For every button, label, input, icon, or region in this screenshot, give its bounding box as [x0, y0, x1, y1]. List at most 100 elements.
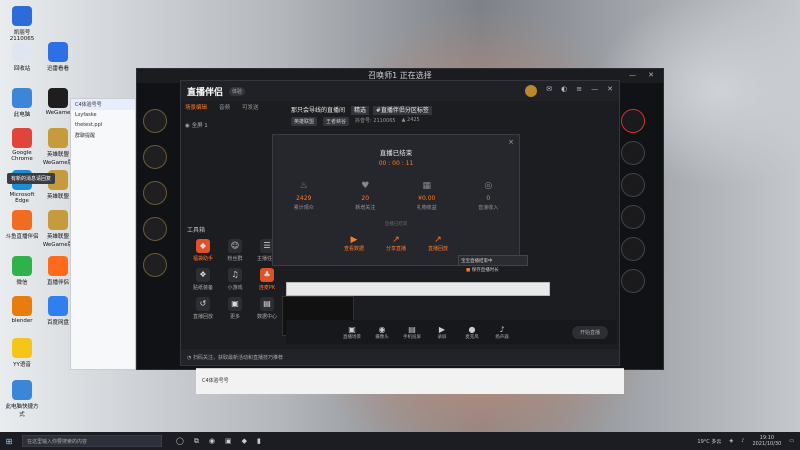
desktop-shortcut[interactable]: 微信 — [4, 256, 40, 286]
desktop-shortcut[interactable]: 迅雷看看 — [40, 42, 76, 72]
browser-window[interactable] — [286, 282, 550, 296]
tab-scene[interactable]: 场景编辑 — [185, 103, 207, 111]
toolbox-item[interactable]: ☺ 粉丝群 — [219, 239, 251, 262]
dialog-action-button[interactable]: ↗ 直播回放 — [428, 235, 448, 252]
source-button[interactable]: ▣ 直播场景 — [342, 325, 362, 340]
message-icon[interactable]: ✉ — [546, 85, 552, 97]
toolbox-item[interactable]: ♫ 小游戏 — [219, 268, 251, 291]
subcategory-chip[interactable]: 王者峡谷 — [323, 117, 350, 126]
source-button[interactable]: ▶ 录屏 — [432, 325, 452, 340]
toolbox-item[interactable]: ▤ 数据中心 — [251, 297, 283, 320]
game-right-panel — [621, 109, 651, 301]
taskbar-app-icon[interactable]: ▮ — [257, 437, 261, 446]
minimize-icon[interactable]: — — [591, 85, 598, 97]
clock[interactable]: 19:10 2021/10/30 — [752, 435, 781, 447]
save-duration-option[interactable]: ■ 保存直播时长 — [466, 267, 499, 273]
desktop-shortcut[interactable]: YY语音 — [4, 338, 40, 368]
desktop-shortcut[interactable]: 此电脑快捷方式 — [4, 380, 40, 418]
source-button[interactable]: ▤ 手机投屏 — [402, 325, 422, 340]
taskbar: ⊞ 在这里输入你要搜索的内容 ◯ ⧉ ◉ ▣ ◆ ▮ 19°C 多云 ◈ ♪ 19:10 … — [0, 432, 800, 450]
room-tag-chip[interactable]: #直播伴侣分区标签 — [372, 106, 432, 115]
weather-text[interactable]: 19°C 多云 — [697, 438, 721, 445]
toolbox-item-label: 小游戏 — [227, 285, 243, 291]
taskbar-apps: ◯ ⧉ ◉ ▣ ◆ ▮ — [176, 437, 261, 446]
taskbar-app-icon[interactable]: ◉ — [209, 437, 215, 446]
toolbox-item[interactable]: ❖ 贴纸装备 — [187, 268, 219, 291]
skin-icon[interactable]: ◐ — [561, 85, 567, 97]
enemy-slot-icon[interactable] — [621, 237, 645, 261]
category-chip[interactable]: 英雄联盟 — [291, 117, 318, 126]
champion-slot-icon[interactable] — [143, 217, 167, 241]
wechat-icon — [12, 256, 32, 276]
close-icon[interactable]: ✕ — [607, 85, 613, 97]
toolbox-item[interactable]: ▣ 更多 — [219, 297, 251, 320]
champion-slot-icon[interactable] — [143, 253, 167, 277]
desktop-shortcut[interactable]: 斗鱼直播伴侣 — [4, 210, 40, 240]
game-window-controls[interactable]: — ✕ — [629, 71, 659, 79]
source-button[interactable]: ◉ 摄像头 — [372, 325, 392, 340]
desktop-shortcut[interactable]: 凯丽号 2110065 — [4, 6, 40, 42]
enemy-slot-icon[interactable] — [621, 141, 645, 165]
source-button[interactable]: ♪ 扬声器 — [492, 325, 512, 340]
chrome-icon — [12, 128, 32, 148]
wegame-icon — [48, 88, 68, 108]
toolbox-item[interactable]: ↺ 直播回放 — [187, 297, 219, 320]
taskbar-app-icon[interactable]: ◆ — [242, 437, 247, 446]
network-icon[interactable]: ◈ — [729, 438, 733, 444]
start-live-button[interactable]: 开始直播 — [571, 325, 608, 339]
chat-row[interactable]: thetest.ppl — [71, 120, 135, 130]
source-button[interactable]: ● 麦克风 — [462, 325, 482, 340]
room-chip[interactable]: 精选 — [350, 106, 369, 115]
enemy-slot-icon[interactable] — [621, 205, 645, 229]
desktop-shortcut[interactable]: 此电脑 — [4, 88, 40, 118]
tab-audio[interactable]: 音频 — [219, 103, 230, 111]
tab-sendable[interactable]: 可发送 — [242, 103, 259, 111]
toolbox-item-label: 福袋助手 — [192, 256, 213, 262]
room-title[interactable]: 那只会导线的直播间 精选 #直播伴侣分区标签 — [291, 105, 432, 115]
strip-text: C4体验号号 — [202, 378, 229, 384]
stream-ended-dialog[interactable]: × 直播已结束 00 : 00 : 11 ♨ 2429 累计观众 ♥ 20 新增关注 ▦ ¥0… — [272, 134, 520, 266]
taskbar-app-icon[interactable]: ▣ — [225, 437, 232, 446]
champion-slot-icon[interactable] — [143, 145, 167, 169]
stat-label: 音浪收入 — [478, 205, 499, 211]
taskbar-app-icon[interactable]: ⧉ — [194, 437, 199, 446]
heart-icon: ♥ — [361, 181, 370, 191]
taskbar-search-input[interactable]: 在这里输入你要搜索的内容 — [22, 435, 162, 447]
chat-group-name[interactable]: C4体验号号 — [71, 99, 135, 110]
toolbox-item-label: 连麦PK — [258, 285, 276, 291]
close-icon[interactable]: × — [508, 138, 514, 146]
lol-icon — [48, 210, 68, 230]
checkbox-icon[interactable]: ■ — [466, 268, 470, 273]
toolbox-item-label: 更多 — [229, 314, 240, 320]
avatar[interactable] — [525, 85, 538, 97]
toolbox-item[interactable]: ♣ 连麦PK — [251, 268, 283, 291]
room-meta: 英雄联盟 王者峡谷 抖音号: 2110065 ▲ 2425 — [291, 117, 420, 126]
desktop-shortcut-label: 斗鱼直播伴侣 — [5, 234, 39, 240]
windows-start-icon[interactable]: ⊞ — [0, 437, 18, 446]
dialog-note: 直播已结束 — [384, 222, 408, 227]
chat-input-strip[interactable]: C4体验号号 — [196, 368, 624, 394]
desktop-shortcut-label: Microsoft Edge — [9, 192, 35, 204]
notification-icon[interactable]: ▭ — [789, 438, 794, 444]
volume-icon[interactable]: ♪ — [741, 438, 744, 444]
desktop-shortcut[interactable]: blender — [4, 296, 40, 324]
desktop-shortcut[interactable]: 回收站 — [4, 42, 40, 72]
champion-slot-icon[interactable] — [143, 181, 167, 205]
enemy-slot-icon[interactable] — [621, 269, 645, 293]
menu-icon[interactable]: ≡ — [576, 85, 582, 97]
taskbar-app-icon[interactable]: ◯ — [176, 437, 184, 446]
desktop-shortcut[interactable]: Google Chrome — [4, 128, 40, 162]
champion-slot-icon[interactable] — [143, 109, 167, 133]
chat-row[interactable]: Lsyfaske — [71, 110, 135, 120]
enemy-slot-icon[interactable] — [621, 173, 645, 197]
yy-icon — [12, 338, 32, 358]
toolbox-item[interactable]: ◆ 福袋助手 — [187, 239, 219, 262]
chat-row[interactable]: 群聊提醒 — [71, 130, 135, 141]
desktop-shortcut-label: 回收站 — [13, 66, 31, 72]
dialog-action-button[interactable]: ▶ 查看数据 — [344, 235, 364, 252]
chat-window[interactable]: C4体验号号 Lsyfaske thetest.ppl 群聊提醒 有新的消息请回… — [7, 98, 136, 370]
dialog-action-button[interactable]: ↗ 分享直播 — [386, 235, 406, 252]
phone-cast-icon: ▤ — [408, 324, 416, 334]
scene-item[interactable]: ◉ 全屏 1 — [185, 121, 208, 129]
enemy-slot-icon[interactable] — [621, 109, 645, 133]
